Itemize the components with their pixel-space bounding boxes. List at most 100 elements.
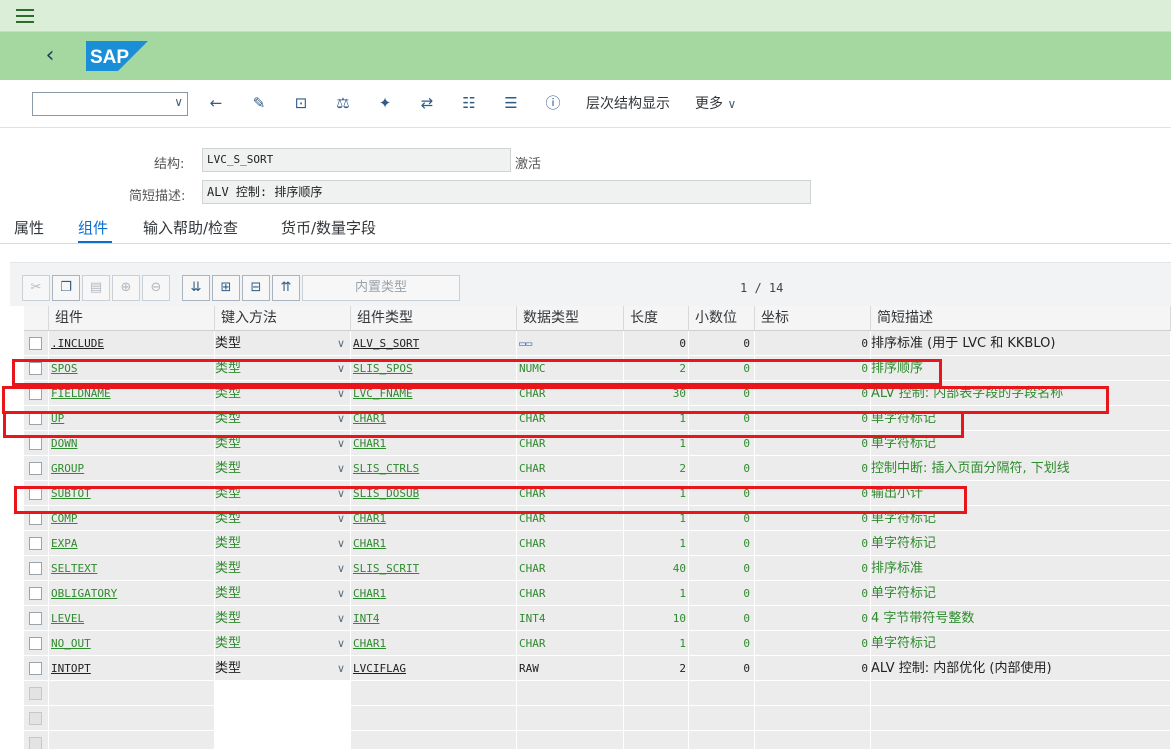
chevron-down-icon[interactable]: ∨: [334, 631, 348, 655]
empty-cell[interactable]: [755, 681, 871, 706]
tab-currency-quantity[interactable]: 货币/数量字段: [281, 217, 376, 238]
table-row[interactable]: GROUP 类型 ∨ SLIS_CTRLS CHAR 2 0 0 控制中断: 插入页面分隔符, …: [24, 456, 1171, 481]
row-checkbox[interactable]: [29, 487, 42, 500]
row-select-cell[interactable]: [24, 431, 49, 456]
check-icon[interactable]: ⚖: [332, 92, 354, 114]
row-checkbox[interactable]: [29, 362, 42, 375]
component-name-cell[interactable]: COMP: [49, 506, 215, 531]
row-select-cell[interactable]: [24, 406, 49, 431]
other-object-icon[interactable]: ⊡: [290, 92, 312, 114]
component-type-cell[interactable]: CHAR1: [351, 631, 517, 656]
column-header[interactable]: 组件类型: [351, 306, 517, 331]
object-list-icon[interactable]: ☷: [458, 92, 480, 114]
typing-method-cell[interactable]: 类型 ∨: [215, 431, 351, 456]
row-checkbox[interactable]: [29, 612, 42, 625]
row-select-cell[interactable]: [24, 381, 49, 406]
cut-icon[interactable]: ✂: [22, 275, 50, 301]
typing-method-cell[interactable]: 类型 ∨: [215, 656, 351, 681]
component-type-cell[interactable]: CHAR1: [351, 531, 517, 556]
row-checkbox[interactable]: [29, 462, 42, 475]
table-row[interactable]: DOWN 类型 ∨ CHAR1 CHAR 1 0 0 单字符标记: [24, 431, 1171, 456]
component-name-cell[interactable]: SPOS: [49, 356, 215, 381]
where-used-icon[interactable]: ⇄: [416, 92, 438, 114]
chevron-down-icon[interactable]: ∨: [334, 356, 348, 380]
empty-cell[interactable]: [755, 731, 871, 749]
column-header[interactable]: 简短描述: [871, 306, 1171, 331]
table-row[interactable]: LEVEL 类型 ∨ INT4 INT4 10 0 0 4 字节带符号整数: [24, 606, 1171, 631]
table-row[interactable]: SUBTOT 类型 ∨ SLIS_DOSUB CHAR 1 0 0 输出小计: [24, 481, 1171, 506]
chevron-down-icon[interactable]: ∨: [334, 381, 348, 405]
row-select-cell[interactable]: [24, 331, 49, 356]
row-checkbox[interactable]: [29, 687, 42, 700]
info-icon[interactable]: ⓘ: [542, 92, 564, 114]
table-row[interactable]: UP 类型 ∨ CHAR1 CHAR 1 0 0 单字符标记: [24, 406, 1171, 431]
row-checkbox[interactable]: [29, 387, 42, 400]
component-type-cell[interactable]: CHAR1: [351, 406, 517, 431]
tab-components[interactable]: 组件: [78, 217, 108, 238]
row-select-cell[interactable]: [24, 731, 49, 749]
table-row[interactable]: FIELDNAME 类型 ∨ LVC_FNAME CHAR 30 0 0 ALV 控制: 内部表…: [24, 381, 1171, 406]
typing-method-cell[interactable]: 类型 ∨: [215, 331, 351, 356]
back-arrow-icon[interactable]: ‹: [38, 42, 62, 70]
empty-cell[interactable]: [49, 706, 215, 731]
component-type-cell[interactable]: INT4: [351, 606, 517, 631]
typing-method-cell[interactable]: 类型 ∨: [215, 606, 351, 631]
delete-row-icon[interactable]: ⊖: [142, 275, 170, 301]
component-type-cell[interactable]: LVC_FNAME: [351, 381, 517, 406]
empty-cell[interactable]: [517, 681, 624, 706]
typing-method-cell[interactable]: 类型 ∨: [215, 581, 351, 606]
component-name-cell[interactable]: DOWN: [49, 431, 215, 456]
component-type-cell[interactable]: CHAR1: [351, 581, 517, 606]
typing-method-cell[interactable]: 类型 ∨: [215, 506, 351, 531]
chevron-down-icon[interactable]: ∨: [334, 506, 348, 530]
component-type-cell[interactable]: LVCIFLAG: [351, 656, 517, 681]
component-type-cell[interactable]: SLIS_CTRLS: [351, 456, 517, 481]
row-checkbox[interactable]: [29, 562, 42, 575]
empty-cell[interactable]: [517, 706, 624, 731]
component-name-cell[interactable]: SUBTOT: [49, 481, 215, 506]
table-row[interactable]: COMP 类型 ∨ CHAR1 CHAR 1 0 0 单字符标记: [24, 506, 1171, 531]
empty-table-row[interactable]: [24, 731, 1171, 749]
table-row[interactable]: SELTEXT 类型 ∨ SLIS_SCRIT CHAR 40 0 0 排序标准: [24, 556, 1171, 581]
display-change-icon[interactable]: ✎: [248, 92, 270, 114]
hamburger-menu-icon[interactable]: [16, 9, 34, 23]
component-name-cell[interactable]: SELTEXT: [49, 556, 215, 581]
chevron-down-icon[interactable]: ∨: [334, 406, 348, 430]
component-name-cell[interactable]: INTOPT: [49, 656, 215, 681]
empty-cell[interactable]: [871, 706, 1171, 731]
empty-cell[interactable]: [689, 731, 755, 749]
component-type-cell[interactable]: SLIS_SCRIT: [351, 556, 517, 581]
empty-cell[interactable]: [351, 731, 517, 749]
navigator-icon[interactable]: ☰: [500, 92, 522, 114]
row-checkbox[interactable]: [29, 337, 42, 350]
empty-cell[interactable]: [624, 681, 689, 706]
row-checkbox[interactable]: [29, 737, 42, 749]
table-row[interactable]: SPOS 类型 ∨ SLIS_SPOS NUMC 2 0 0 排序顺序: [24, 356, 1171, 381]
column-header[interactable]: 长度: [624, 306, 689, 331]
chevron-down-icon[interactable]: ∨: [334, 606, 348, 630]
column-header[interactable]: 坐标: [755, 306, 871, 331]
empty-cell[interactable]: [517, 731, 624, 749]
typing-method-cell[interactable]: 类型 ∨: [215, 631, 351, 656]
more-menu-button[interactable]: 更多 ∨: [695, 93, 736, 113]
row-checkbox[interactable]: [29, 412, 42, 425]
component-type-cell[interactable]: SLIS_DOSUB: [351, 481, 517, 506]
typing-method-cell[interactable]: 类型 ∨: [215, 556, 351, 581]
row-checkbox[interactable]: [29, 712, 42, 725]
table-row[interactable]: NO_OUT 类型 ∨ CHAR1 CHAR 1 0 0 单字符标记: [24, 631, 1171, 656]
builtin-type-button[interactable]: 内置类型: [302, 275, 460, 301]
row-select-cell[interactable]: [24, 481, 49, 506]
empty-table-row[interactable]: [24, 706, 1171, 731]
row-select-cell[interactable]: [24, 681, 49, 706]
empty-cell[interactable]: [871, 731, 1171, 749]
row-select-cell[interactable]: [24, 506, 49, 531]
table-row[interactable]: .INCLUDE 类型 ∨ ALV_S_SORT ▭▭ 0 0 0 排序标准 (用于 LVC 和…: [24, 331, 1171, 356]
empty-cell[interactable]: [215, 681, 351, 706]
row-select-cell[interactable]: [24, 606, 49, 631]
row-select-cell[interactable]: [24, 456, 49, 481]
empty-table-row[interactable]: [24, 681, 1171, 706]
component-name-cell[interactable]: OBLIGATORY: [49, 581, 215, 606]
command-dropdown[interactable]: ∨: [32, 92, 188, 116]
page-down-icon[interactable]: ⊞: [212, 275, 240, 301]
insert-row-icon[interactable]: ⊕: [112, 275, 140, 301]
